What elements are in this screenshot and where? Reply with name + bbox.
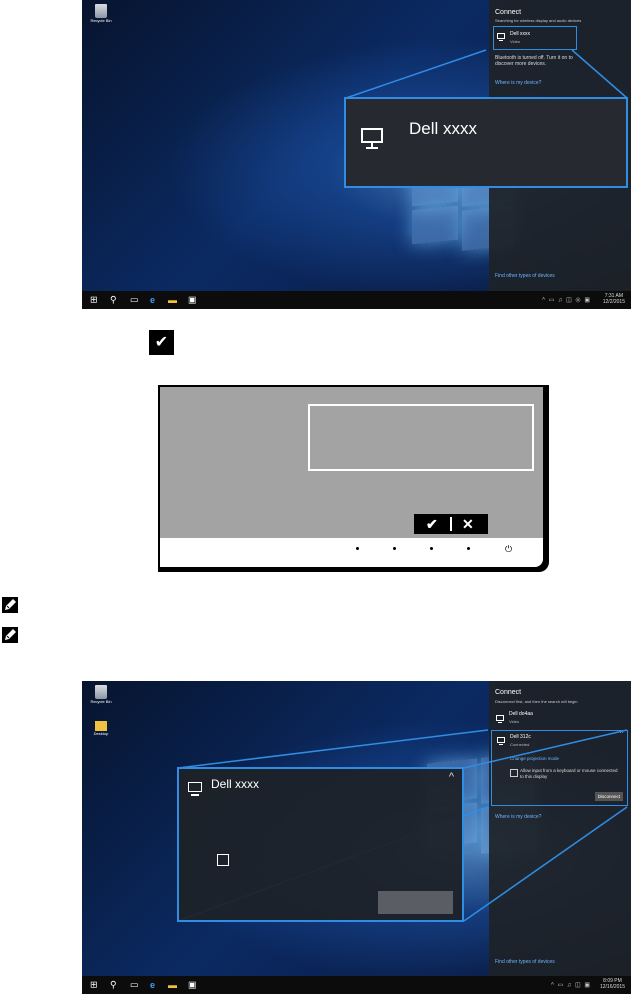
monitor-icon	[188, 782, 202, 796]
file-explorer-icon[interactable]: ▬	[168, 295, 177, 305]
clock[interactable]: 7:31 AM 12/2/2015	[603, 293, 625, 305]
system-tray-icons[interactable]: ^ ▭ ♫ ◫ ▣	[551, 982, 591, 989]
close-icon[interactable]: ✕	[462, 514, 474, 534]
zoom-connected-device-callout: Dell xxxx ^	[177, 767, 464, 922]
edge-icon[interactable]: e	[150, 295, 155, 305]
clock[interactable]: 8:09 PM 12/16/2015	[600, 978, 625, 990]
zoom-device-callout: Dell xxxx	[344, 97, 628, 188]
find-other-devices-link[interactable]: Find other types of devices	[495, 959, 555, 965]
recycle-bin-icon[interactable]: Recycle Bin	[88, 685, 114, 704]
osd-button-bar: ✔ ✕	[414, 514, 488, 534]
power-icon[interactable]: ⏻	[505, 544, 512, 555]
task-view-icon[interactable]: ▭	[130, 295, 139, 306]
edge-icon[interactable]: e	[150, 980, 155, 990]
zoom-device-name: Dell xxxx	[409, 119, 478, 138]
system-tray-icons[interactable]: ^ ▭ ♫ ◫ ◎ ▣	[542, 297, 591, 304]
monitor-icon	[361, 128, 383, 149]
search-icon[interactable]: ⚲	[110, 980, 117, 991]
find-other-devices-link[interactable]: Find other types of devices	[495, 273, 555, 279]
note-pencil-icon	[2, 597, 18, 613]
note-pencil-icon	[2, 627, 18, 643]
device-name: Dell do4aa	[509, 711, 533, 717]
disconnect-button[interactable]	[378, 891, 453, 914]
store-icon[interactable]: ▣	[188, 980, 197, 991]
allow-input-checkbox[interactable]	[217, 854, 229, 866]
check-icon: ✔	[149, 330, 174, 355]
zoom-device-name: Dell xxxx	[211, 777, 260, 791]
osd-divider	[450, 517, 452, 531]
connect-subtitle: Disconnect first, and then the search wi…	[495, 699, 578, 704]
taskbar: ⊞ ⚲ ▭ e ▬ ▣ ^ ▭ ♫ ◫ ◎ ▣ 7:31 AM 12/2/201…	[82, 291, 631, 309]
task-view-icon[interactable]: ▭	[130, 980, 139, 991]
monitor-bezel	[160, 538, 543, 567]
bezel-button-3[interactable]	[430, 547, 433, 550]
bezel-button-4[interactable]	[467, 547, 470, 550]
bezel-button-1[interactable]	[356, 547, 359, 550]
clock-date: 12/2/2015	[602, 299, 625, 305]
bezel-button-2[interactable]	[393, 547, 396, 550]
recycle-bin-label: Recycle Bin	[90, 699, 112, 704]
file-explorer-icon[interactable]: ▬	[168, 980, 177, 990]
clock-date: 12/16/2015	[599, 984, 625, 990]
osd-message-box	[308, 404, 534, 471]
search-icon[interactable]: ⚲	[110, 295, 117, 306]
check-icon[interactable]: ✔	[426, 514, 438, 534]
store-icon[interactable]: ▣	[188, 295, 197, 306]
chevron-up-icon[interactable]: ^	[449, 771, 454, 783]
taskbar: ⊞ ⚲ ▭ e ▬ ▣ ^ ▭ ♫ ◫ ▣ 8:09 PM 12/16/2015	[82, 976, 631, 994]
start-icon[interactable]: ⊞	[90, 295, 98, 306]
start-icon[interactable]: ⊞	[90, 980, 98, 991]
connect-title: Connect	[495, 689, 522, 696]
